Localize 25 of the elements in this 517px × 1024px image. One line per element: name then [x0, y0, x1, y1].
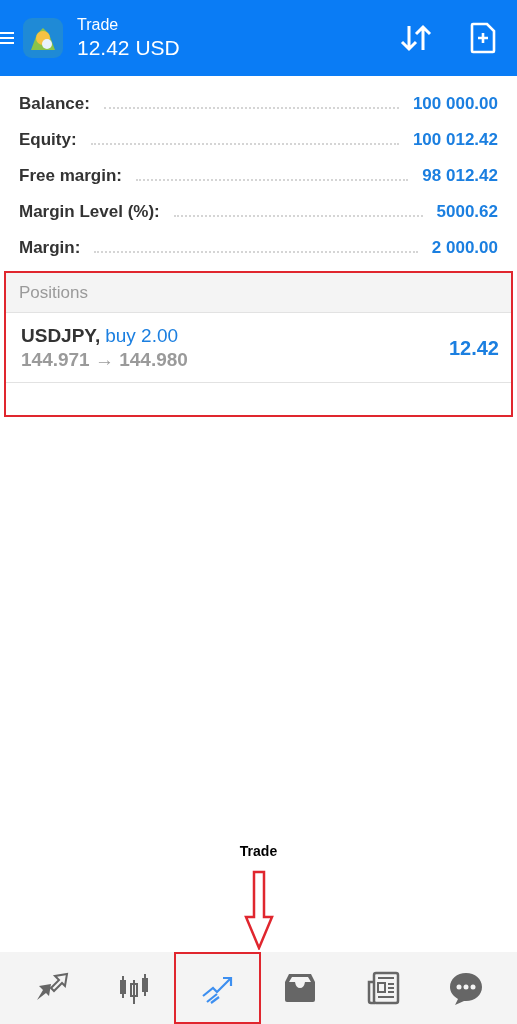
new-order-icon[interactable]: [470, 22, 496, 54]
account-value: 2 000.00: [431, 237, 498, 260]
position-prices: 144.971 → 144.980: [21, 347, 189, 372]
position-row[interactable]: USDJPY, buy 2.00 144.971 → 144.980 12.42: [6, 313, 511, 383]
position-symbol: USDJPY,: [21, 324, 101, 346]
chat-bubble-icon: [447, 970, 484, 1006]
account-value: 100 012.42: [412, 129, 498, 152]
account-label: Balance:: [19, 93, 90, 116]
account-label: Equity:: [19, 129, 77, 152]
position-profit: 12.42: [448, 335, 499, 361]
account-label: Free margin:: [19, 165, 122, 188]
account-value: 5000.62: [436, 201, 498, 224]
account-label: Margin:: [19, 237, 81, 260]
account-value: 98 012.42: [422, 165, 498, 188]
account-label: Margin Level (%):: [19, 201, 160, 224]
sort-icon[interactable]: [400, 24, 432, 52]
section-header: Positions: [6, 273, 511, 313]
nav-tab[interactable]: [173, 952, 261, 1024]
screen-title: Trade: [77, 15, 120, 35]
annotation-label: Trade: [239, 842, 278, 861]
position-volume: buy 2.00: [105, 324, 179, 346]
menu-icon[interactable]: [0, 31, 14, 45]
account-balance: 12.42 USD: [77, 35, 180, 61]
app-logo-icon: [23, 18, 63, 58]
account-value: 100 000.00: [412, 93, 498, 116]
